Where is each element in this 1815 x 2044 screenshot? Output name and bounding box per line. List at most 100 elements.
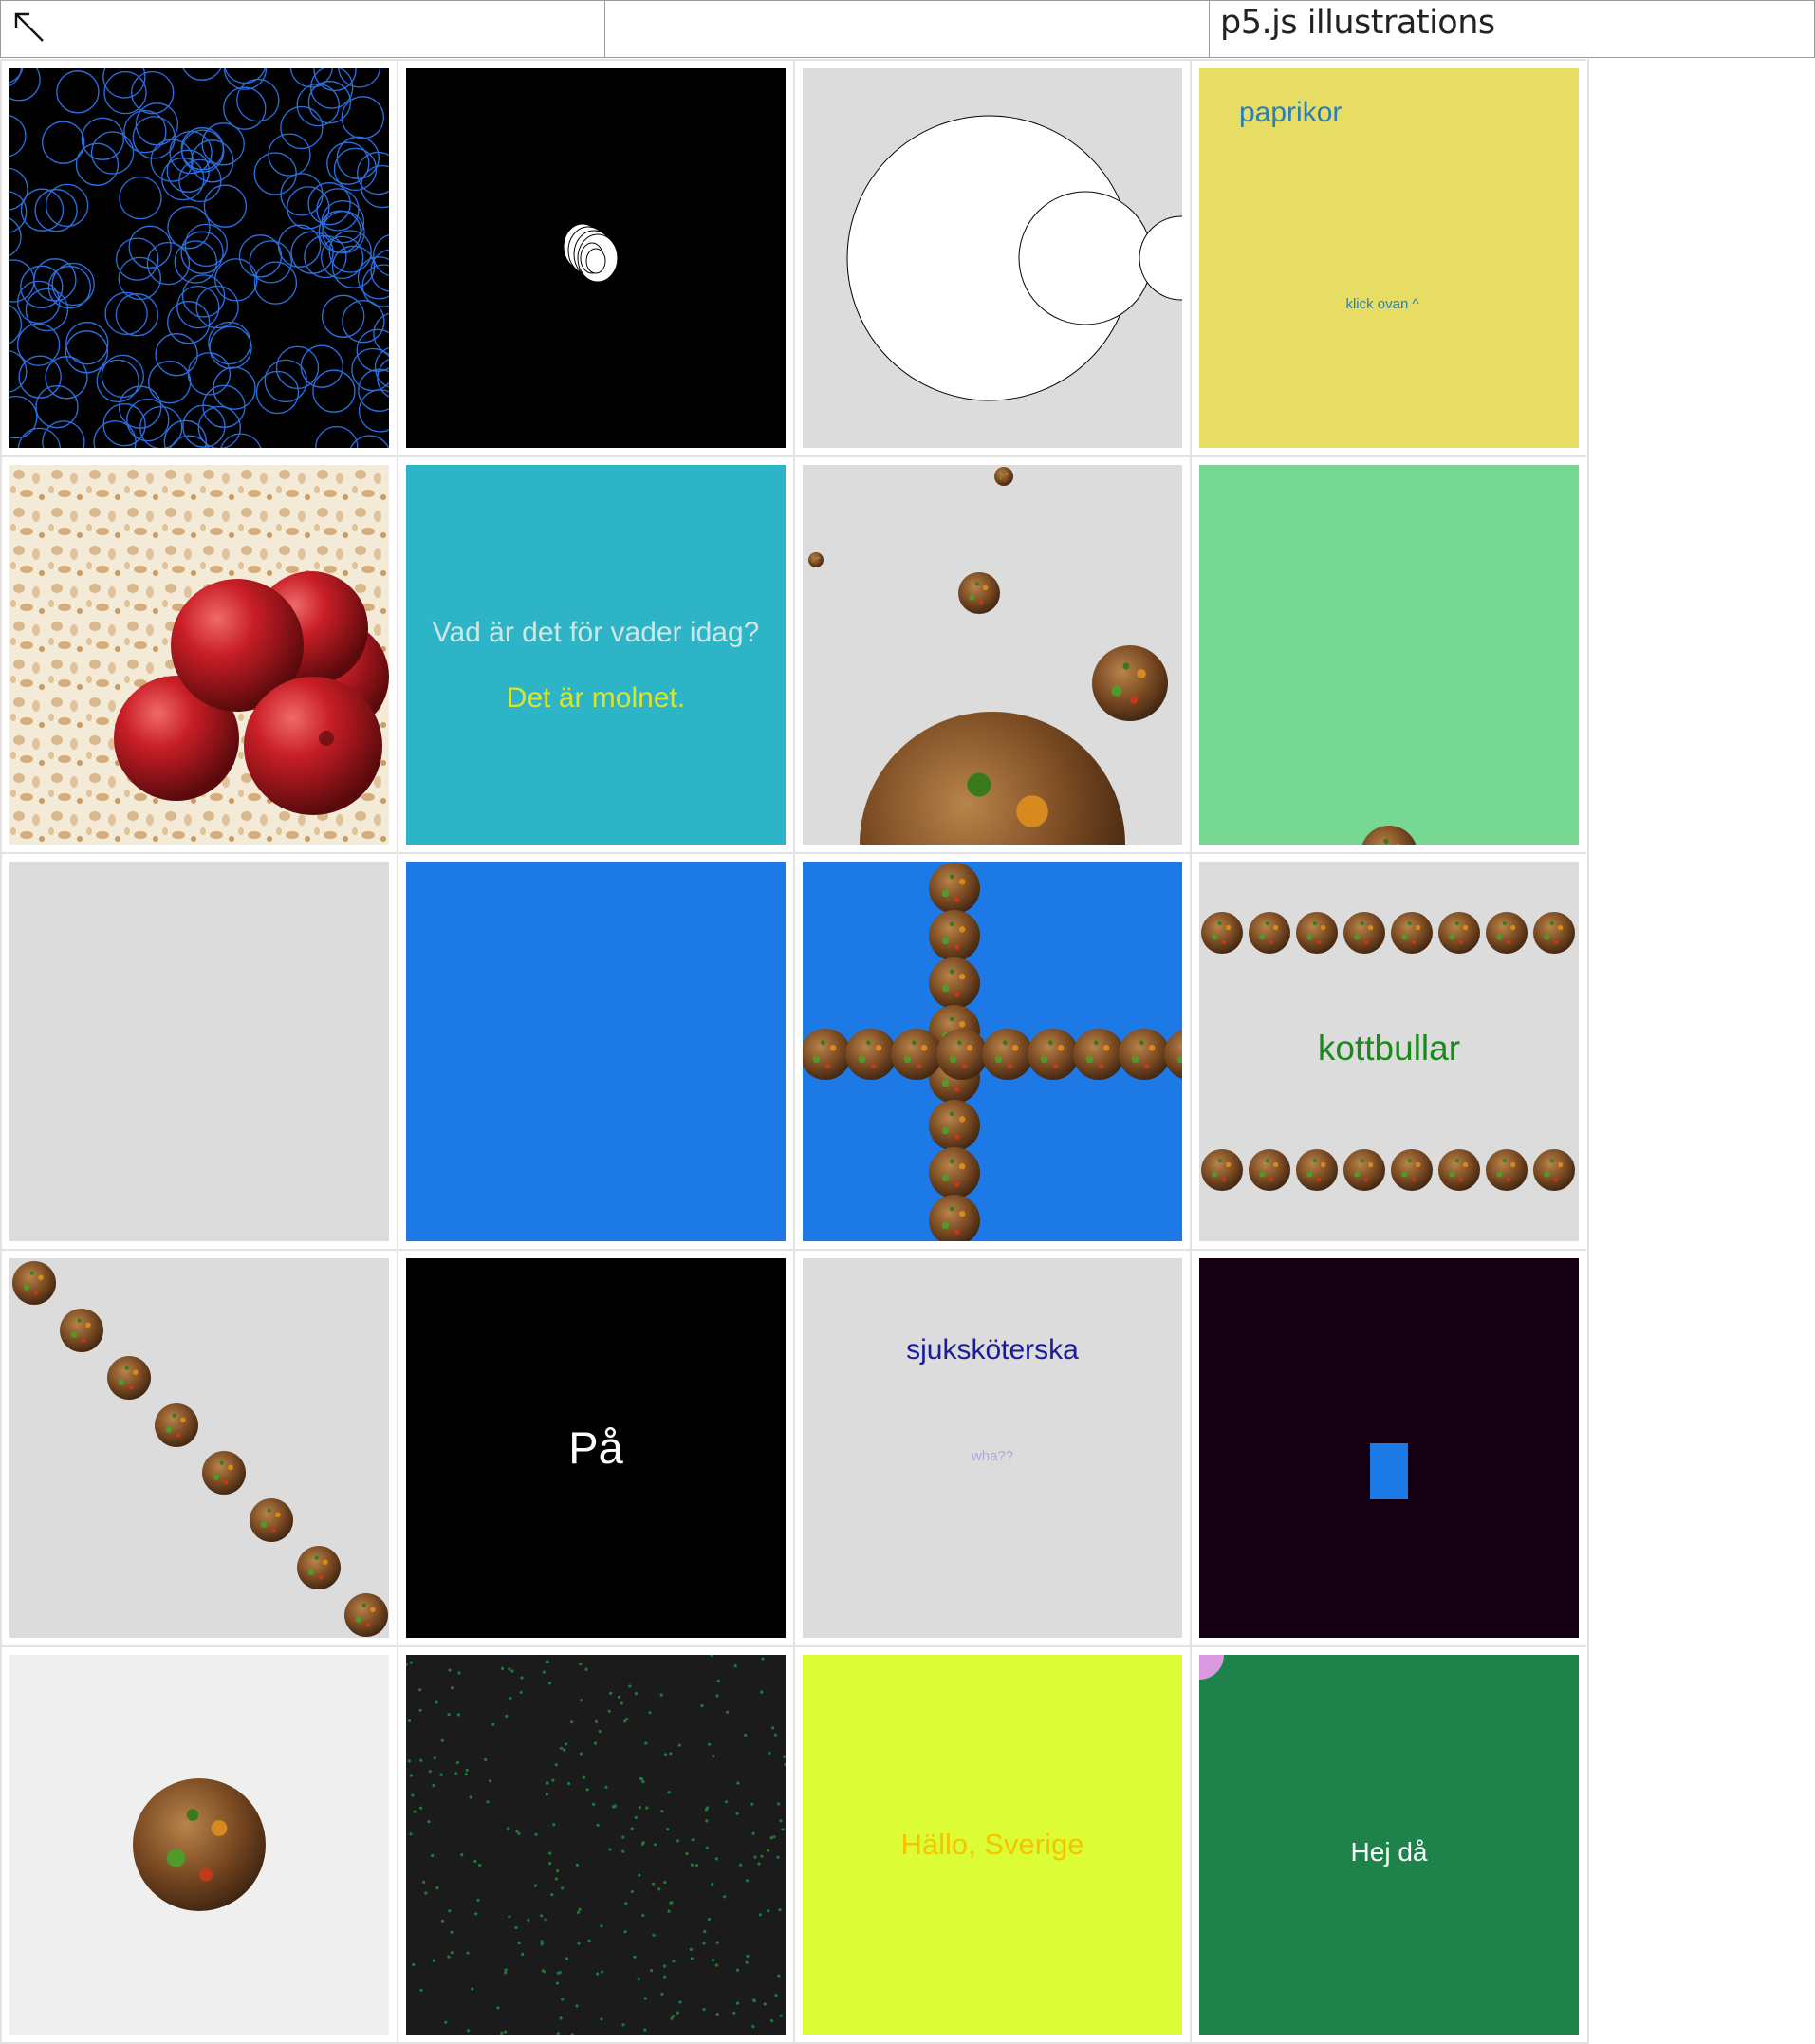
meatball-icon: [982, 1029, 1033, 1080]
meatball-icon: [1028, 1029, 1079, 1080]
circles-canvas: [9, 68, 389, 448]
meatball-icon: [958, 572, 1000, 614]
meatball-icon: [1533, 912, 1575, 954]
meatball-icon: [1361, 826, 1417, 845]
pa-label: På: [568, 1422, 623, 1473]
big-circles-canvas: [846, 115, 1182, 401]
nurse-sub: wha??: [971, 1448, 1014, 1464]
sketch-blank-gray[interactable]: [9, 862, 389, 1241]
sketch-blank-blue[interactable]: [406, 862, 786, 1241]
meatball-icon: [344, 1593, 388, 1637]
meatball-icon: [860, 712, 1125, 845]
sketch-big-circles[interactable]: [803, 68, 1182, 448]
grid-cell: [793, 455, 1190, 852]
meatball-icon: [1391, 912, 1433, 954]
sketch-falling-meatballs[interactable]: [803, 465, 1182, 845]
meatball-icon: [12, 1261, 56, 1305]
grid-cell: [397, 1645, 793, 2042]
sketch-green-dots[interactable]: [406, 1655, 786, 2035]
blue-rectangle: [1370, 1443, 1408, 1499]
meatball-icon: [1296, 912, 1338, 954]
top-bar: p5.js illustrations: [0, 0, 1815, 58]
meatball-icon: [1249, 1149, 1290, 1191]
meatball-icon: [107, 1356, 151, 1400]
grid-cell: [793, 852, 1190, 1249]
weather-answer: Det är molnet.: [506, 682, 686, 714]
sketch-blue-rect[interactable]: [1199, 1258, 1579, 1638]
meatball-icon: [1533, 1149, 1575, 1191]
page-title: p5.js illustrations: [1220, 4, 1495, 42]
sketch-kottbullar[interactable]: kottbullar: [1199, 862, 1579, 1241]
lingon-canvas: [9, 465, 389, 845]
meatball-icon: [1119, 1029, 1170, 1080]
grid-cell: [1190, 455, 1586, 852]
header-cell-title: p5.js illustrations: [1210, 0, 1815, 58]
meatball-icon: [1073, 1029, 1124, 1080]
meatball-icon: [60, 1309, 103, 1352]
nurse-label: sjuksköterska: [906, 1334, 1079, 1366]
sketch-blue-circles[interactable]: [9, 68, 389, 448]
sketch-pa[interactable]: På: [406, 1258, 786, 1638]
grid-cell: [1190, 1249, 1586, 1645]
paprikor-hint: klick ovan ^: [1345, 296, 1419, 312]
sketch-hallo-sverige[interactable]: Hällo, Sverige: [803, 1655, 1182, 2035]
meatball-icon: [1092, 645, 1168, 721]
meatball-icon: [845, 1029, 897, 1080]
sketch-sjukskoterska[interactable]: sjuksköterska wha??: [803, 1258, 1182, 1638]
hej-da-label: Hej då: [1350, 1837, 1428, 1867]
meatball-icon: [1438, 912, 1480, 954]
paprikor-title: paprikor: [1239, 97, 1343, 128]
meatball-icon: [803, 1029, 851, 1080]
meatball-icon: [808, 552, 824, 567]
meatball-icon: [929, 1147, 980, 1199]
meatball-icon: [929, 910, 980, 961]
meatball-icon: [994, 467, 1013, 486]
sketch-white-rings[interactable]: [406, 68, 786, 448]
grid-cell: Hej då: [1190, 1645, 1586, 2042]
grid-cell: [0, 455, 397, 852]
meatball-icon: [1201, 912, 1243, 954]
kottbullar-label: kottbullar: [1317, 1029, 1461, 1068]
sketch-grid: paprikor klick ovan ^ Vad är det för vad…: [0, 59, 1589, 2044]
sketch-diagonal-meatballs[interactable]: [9, 1258, 389, 1638]
green-dots-canvas: [406, 1655, 786, 2035]
rings-canvas: [563, 223, 619, 283]
meatball-icon: [1438, 1149, 1480, 1191]
meatball-icon: [929, 863, 980, 914]
meatball-icon: [1201, 1149, 1243, 1191]
meatball-icon: [297, 1546, 341, 1589]
green-field-canvas: [1361, 826, 1417, 845]
meatball-icon: [1391, 1149, 1433, 1191]
sketch-paprikor[interactable]: paprikor klick ovan ^: [1199, 68, 1579, 448]
grid-cell: [0, 1249, 397, 1645]
meatball-icon: [929, 1100, 980, 1151]
grid-cell: [793, 59, 1190, 455]
meatball-icon: [1164, 1030, 1182, 1079]
meatball-icon: [1486, 912, 1528, 954]
grid-cell: [0, 1645, 397, 2042]
meatball-icon: [202, 1451, 246, 1495]
falling-meatballs-canvas: [808, 467, 1168, 845]
diagonal-meatballs-canvas: [12, 1261, 388, 1637]
meatball-icon: [1296, 1149, 1338, 1191]
meatball-icon: [1486, 1149, 1528, 1191]
grid-cell: paprikor klick ovan ^: [1190, 59, 1586, 455]
meatball-icon: [155, 1403, 198, 1447]
meatball-icon: [1343, 1149, 1385, 1191]
sketch-green-field[interactable]: [1199, 465, 1579, 845]
grid-cell: [0, 852, 397, 1249]
meatball-icon: [133, 1778, 266, 1911]
sketch-hej-da[interactable]: Hej då: [1199, 1655, 1579, 2035]
sketch-lingonberries[interactable]: [9, 465, 389, 845]
sketch-meatball-cross[interactable]: [803, 862, 1182, 1241]
meatball-icon: [1249, 912, 1290, 954]
meatball-icon: [250, 1498, 293, 1542]
grid-cell: På: [397, 1249, 793, 1645]
back-arrow-icon[interactable]: [10, 9, 48, 46]
meatball-icon: [1343, 912, 1385, 954]
sketch-single-meatball[interactable]: [9, 1655, 389, 2035]
sketch-weather[interactable]: Vad är det för vader idag? Det är molnet…: [406, 465, 786, 845]
single-meatball-canvas: [133, 1778, 266, 1911]
grid-cell: sjuksköterska wha??: [793, 1249, 1190, 1645]
meatball-icon: [891, 1029, 942, 1080]
